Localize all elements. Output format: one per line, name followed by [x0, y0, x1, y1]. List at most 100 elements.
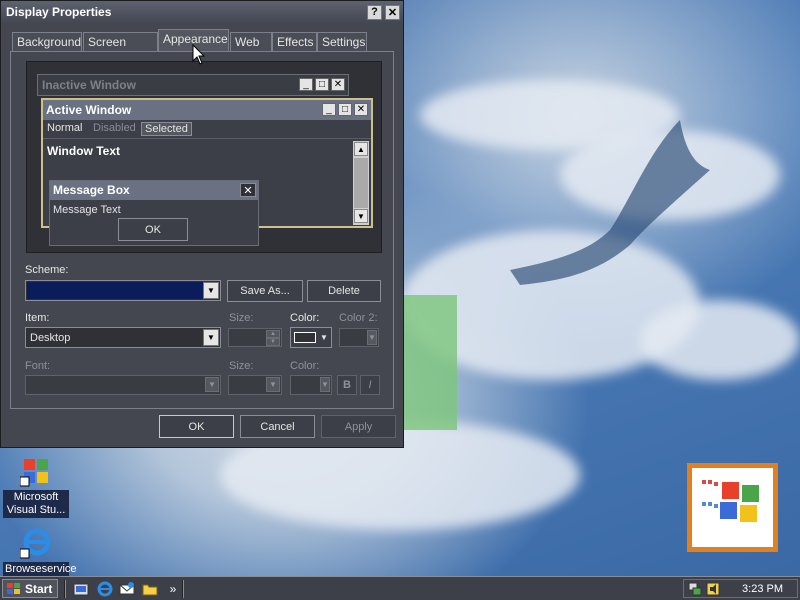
close-icon: ✕ [331, 78, 345, 91]
taskbar-divider [64, 580, 66, 598]
font-dropdown[interactable]: ▼ [25, 375, 221, 395]
desktop-icon-label: Microsoft Visual Stu... [3, 490, 69, 518]
font-color-picker[interactable]: ▼ [290, 375, 332, 395]
chevron-down-icon: ▼ [320, 377, 330, 392]
display-properties-window: Display Properties ? ✕ Background Screen… [0, 0, 404, 448]
item-dropdown[interactable]: Desktop ▼ [25, 327, 221, 348]
chevron-down-icon[interactable]: ▼ [203, 329, 219, 346]
item-label: Item: [25, 312, 50, 324]
inactive-window-title: Inactive Window [42, 78, 136, 92]
scroll-thumb [354, 158, 368, 208]
close-icon: ✕ [354, 103, 368, 116]
message-box-titlebar: Message Box ✕ [50, 181, 258, 200]
font-size-label: Size: [229, 360, 254, 372]
mouse-cursor-icon [192, 44, 206, 65]
visual-studio-icon [19, 459, 48, 487]
delete-button[interactable]: Delete [307, 280, 381, 302]
cancel-button[interactable]: Cancel [240, 415, 315, 438]
help-button[interactable]: ? [367, 4, 382, 20]
inactive-window-controls: _ □ ✕ [297, 78, 345, 91]
message-text: Message Text [53, 204, 121, 216]
tab-effects[interactable]: Effects [272, 32, 317, 52]
item-color2-picker[interactable]: ▼ [339, 328, 379, 347]
close-icon: ✕ [240, 183, 256, 197]
chevron-down-icon[interactable]: ▼ [203, 282, 219, 299]
message-box-preview: Message Box ✕ Message Text OK [49, 180, 259, 246]
start-button[interactable]: Start [2, 579, 58, 598]
tab-screen-saver[interactable]: Screen Saver [83, 32, 158, 63]
font-color-label: Color: [290, 360, 320, 372]
spin-down-icon: ▼ [266, 338, 280, 346]
folder-icon[interactable] [141, 580, 159, 598]
taskbar: Start » 3:23 PM [0, 576, 800, 600]
active-window-title: Active Window [46, 103, 132, 117]
start-label: Start [25, 581, 53, 596]
color-swatch [294, 332, 317, 343]
taskbar-divider [182, 580, 184, 598]
item-size-spinner[interactable]: ▲ ▼ [228, 328, 282, 347]
menu-disabled: Disabled [93, 122, 136, 134]
clock[interactable]: 3:23 PM [742, 583, 783, 595]
desktop-icon-browseservice[interactable]: Browseservice [3, 527, 77, 577]
ok-button[interactable]: OK [159, 415, 234, 438]
appearance-panel: Inactive Window _ □ ✕ Active Window _ □ ✕ No… [10, 51, 394, 409]
green-highlight [395, 295, 457, 430]
network-icon[interactable] [688, 582, 702, 599]
menu-normal: Normal [47, 122, 83, 134]
scheme-selected-swatch [27, 282, 203, 299]
active-window-controls: _ □ ✕ [320, 103, 368, 116]
volume-icon[interactable] [706, 582, 720, 599]
preview-scrollbar: ▲ ▼ [353, 141, 369, 225]
item-color2-label: Color 2: [339, 312, 378, 324]
chevron-down-icon: ▼ [266, 377, 280, 392]
title-bar[interactable]: Display Properties ? ✕ [1, 1, 403, 23]
active-window-titlebar: Active Window _ □ ✕ [43, 100, 371, 120]
item-size-label: Size: [229, 312, 254, 324]
system-tray: 3:23 PM [683, 579, 798, 598]
chevron-down-icon: ▼ [320, 333, 328, 342]
maximize-icon: □ [315, 78, 329, 91]
tab-web[interactable]: Web [230, 32, 272, 52]
window-text: Window Text [47, 144, 120, 158]
inactive-window-preview: Inactive Window _ □ ✕ [37, 74, 349, 96]
scroll-up-arrow-icon: ▲ [354, 142, 368, 156]
quicklaunch-overflow-icon[interactable]: » [164, 580, 182, 598]
italic-button[interactable]: I [360, 375, 380, 395]
show-desktop-icon[interactable] [72, 580, 90, 598]
spin-up-icon: ▲ [266, 330, 280, 338]
minimize-icon: _ [299, 78, 313, 91]
font-label: Font: [25, 360, 51, 372]
item-color-label: Color: [290, 312, 320, 324]
scheme-dropdown[interactable]: ▼ [25, 280, 221, 301]
bold-button[interactable]: B [337, 375, 357, 395]
desktop-icon-visual-studio[interactable]: Microsoft Visual Stu... [3, 455, 69, 518]
outlook-express-icon[interactable] [118, 580, 136, 598]
message-box-ok-button: OK [118, 218, 188, 241]
window-title: Display Properties [6, 5, 112, 19]
cloud [640, 300, 800, 380]
windows-flag-icon [7, 582, 20, 594]
item-value: Desktop [30, 332, 71, 344]
chevron-down-icon: ▼ [367, 330, 377, 345]
tab-settings[interactable]: Settings [317, 32, 367, 52]
apply-button[interactable]: Apply [321, 415, 396, 438]
minimize-icon: _ [322, 103, 336, 116]
appearance-preview[interactable]: Inactive Window _ □ ✕ Active Window _ □ ✕ No… [26, 61, 382, 253]
diver-shadow-image [510, 120, 710, 285]
maximize-icon: □ [338, 103, 352, 116]
save-as-button[interactable]: Save As... [227, 280, 303, 302]
internet-explorer-icon [19, 528, 51, 559]
scheme-label: Scheme: [25, 264, 69, 276]
close-button[interactable]: ✕ [385, 4, 400, 20]
item-color-picker[interactable]: ▼ [290, 327, 332, 348]
desktop-icon-label: Browseservice [3, 562, 77, 577]
internet-explorer-icon[interactable] [96, 580, 114, 598]
message-box-title: Message Box [53, 183, 130, 197]
chevron-down-icon: ▼ [205, 377, 219, 392]
menu-selected: Selected [141, 122, 192, 136]
font-size-dropdown[interactable]: ▼ [228, 375, 282, 395]
tab-background[interactable]: Background [12, 32, 82, 52]
preview-menubar: Normal Disabled Selected [43, 121, 371, 139]
scroll-down-arrow-icon: ▼ [354, 209, 368, 223]
windows-logo-image [687, 463, 778, 552]
